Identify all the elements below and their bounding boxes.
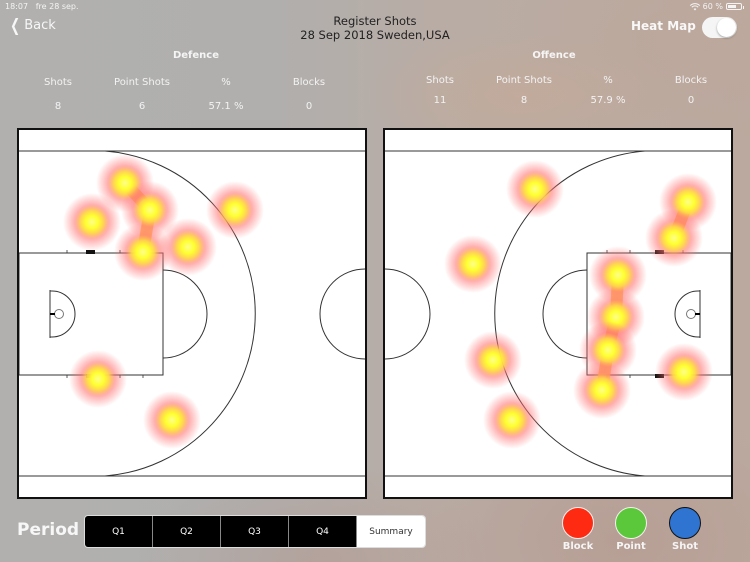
center-circle [385,268,431,360]
defence-court[interactable] [17,128,367,499]
heatmap-spot [464,331,522,389]
defence-header-shots: Shots [44,77,72,88]
block-color-icon [562,507,594,539]
heatmap-spot [69,350,127,408]
heatmap-spot [655,343,713,401]
shot-color-icon [669,507,701,539]
point-label: Point [616,541,646,552]
heatmap-label: Heat Map [631,19,696,33]
offence-heatmap [444,160,717,449]
offence-court[interactable] [383,128,733,499]
heatmap-spot [444,235,502,293]
offence-value-blocks: 0 [687,95,695,106]
shot-button[interactable]: Shot [665,507,705,552]
defence-header-blocks: Blocks [292,77,326,88]
offence-header-shots: Shots [426,75,454,86]
battery-percent: 60 % [702,2,723,11]
basket [54,309,64,319]
period-summary[interactable]: Summary [357,516,425,547]
center-circle [319,268,365,360]
defence-value-point-shots: 6 [138,101,146,112]
heatmap-spot [206,181,264,239]
heatmap-spot [114,223,172,281]
period-segmented-control: Q1 Q2 Q3 Q4 Summary [84,515,426,548]
wifi-icon [689,2,700,10]
point-button[interactable]: Point [611,507,651,552]
period-q2[interactable]: Q2 [153,516,221,547]
period-q4[interactable]: Q4 [289,516,357,547]
period-q3[interactable]: Q3 [221,516,289,547]
offence-court-drawing [385,150,731,477]
offence-value-point-shots: 8 [520,95,528,106]
defence-value-blocks: 0 [305,101,313,112]
heatmap-spot [143,391,201,449]
offence-value-percent: 57.9 % [590,95,626,106]
defence-value-percent: 57.1 % [208,101,244,112]
offence-value-shots: 11 [433,95,447,106]
status-time: 18:07 [5,2,29,11]
offence-header-blocks: Blocks [674,75,708,86]
heatmap-spot [573,361,631,419]
offence-header-percent: % [603,75,613,86]
status-right: 60 % [689,2,744,11]
toggle-knob [717,18,736,37]
offence-title: Offence [532,50,576,61]
shot-label: Shot [672,541,698,552]
heatmap-spot [483,391,541,449]
heatmap-toggle[interactable] [702,17,737,38]
block-button[interactable]: Block [558,507,598,552]
basket [686,309,696,319]
defence-header-percent: % [221,77,231,88]
period-label: Period [17,520,80,540]
status-date: fre 28 sep. [35,2,79,11]
battery-icon [726,3,744,10]
status-time-date: 18:07 fre 28 sep. [5,2,79,11]
free-throw-arc [162,269,208,359]
defence-court-drawing [19,150,365,477]
period-q1[interactable]: Q1 [85,516,153,547]
heatmap-spot [63,193,121,251]
heatmap-spot [506,160,564,218]
defence-title: Defence [172,50,220,61]
point-color-icon [615,507,647,539]
heatmap-spot [645,209,703,267]
defence-value-shots: 8 [54,101,62,112]
block-label: Block [562,541,594,552]
defence-header-point-shots: Point Shots [114,77,170,88]
offence-header-point-shots: Point Shots [496,75,552,86]
